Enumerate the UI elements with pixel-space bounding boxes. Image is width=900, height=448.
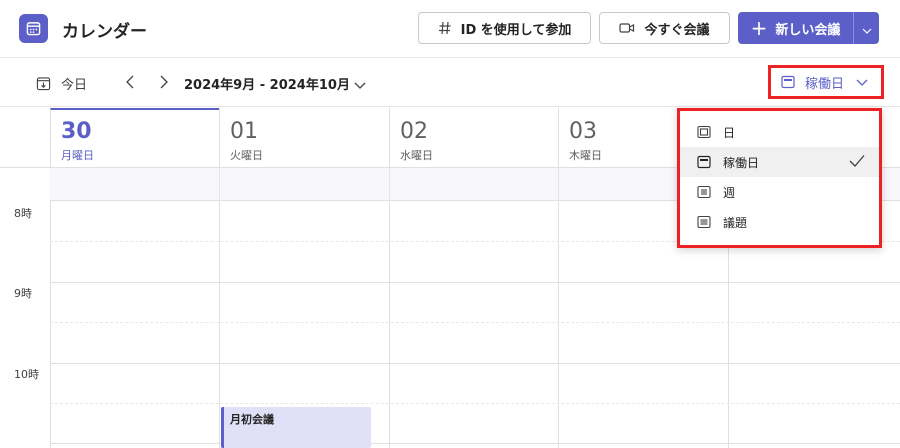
view-menu-item-label: 稼働日: [723, 155, 760, 170]
event-title: 月初会議: [230, 413, 274, 426]
view-menu-item-label: 日: [723, 125, 736, 140]
day-view-icon: [697, 125, 711, 139]
half-hour-line: [50, 322, 900, 323]
day-number: 01: [230, 119, 258, 144]
grid-divider: [50, 201, 51, 448]
agenda-view-icon: [697, 215, 711, 229]
app-header: カレンダー ID を使用して参加 今すぐ会議 + 新しい会議: [0, 0, 900, 58]
meet-now-button[interactable]: 今すぐ会議: [599, 12, 730, 44]
view-menu: 日 稼働日 週 議題: [677, 108, 882, 248]
grid-divider: [558, 168, 559, 201]
grid-divider: [558, 201, 559, 448]
chevron-right-icon: [160, 74, 168, 93]
half-hour-line: [50, 403, 900, 404]
new-meeting-button[interactable]: + 新しい会議: [738, 12, 853, 44]
time-label-8: 8時: [14, 207, 32, 220]
today-button[interactable]: 今日: [36, 74, 87, 93]
view-menu-item-label: 週: [723, 185, 736, 200]
chevron-left-icon: [126, 74, 134, 93]
day-header-1[interactable]: 01 火曜日: [219, 108, 388, 168]
hour-line: [50, 443, 900, 444]
grid-divider: [389, 201, 390, 448]
new-meeting-dropdown-button[interactable]: [854, 12, 879, 44]
workweek-view-icon: [781, 75, 795, 89]
view-menu-item-agenda[interactable]: 議題: [680, 207, 879, 237]
day-header-0[interactable]: 30 月曜日: [50, 108, 219, 168]
time-label-9: 9時: [14, 287, 32, 300]
checkmark-icon: [849, 154, 865, 168]
calendar-event[interactable]: 月初会議: [221, 407, 371, 448]
day-of-week: 火曜日: [230, 149, 263, 162]
hour-line: [50, 282, 900, 283]
view-menu-item-workweek[interactable]: 稼働日: [680, 147, 879, 177]
date-range-label: 2024年9月 - 2024年10月: [184, 78, 350, 93]
day-number: 30: [61, 119, 92, 144]
day-header-2[interactable]: 02 水曜日: [389, 108, 558, 168]
date-range-picker-button[interactable]: [352, 75, 368, 91]
join-with-id-button[interactable]: ID を使用して参加: [418, 12, 591, 44]
today-label: 今日: [61, 78, 88, 93]
video-camera-icon: [619, 22, 635, 34]
chevron-down-icon: [856, 79, 868, 86]
hour-line: [50, 363, 900, 364]
new-meeting-label: 新しい会議: [775, 22, 841, 38]
day-of-week: 水曜日: [400, 149, 433, 162]
view-switcher-button[interactable]: 稼働日: [768, 65, 884, 99]
view-menu-item-label: 議題: [723, 215, 748, 230]
join-with-id-label: ID を使用して参加: [460, 22, 572, 38]
chevron-down-icon: [862, 19, 872, 38]
grid-divider: [219, 168, 220, 201]
meet-now-label: 今すぐ会議: [644, 22, 710, 38]
calendar-app-icon: [19, 14, 48, 43]
week-view-icon: [697, 185, 711, 199]
grid-divider: [389, 168, 390, 201]
hashtag-icon: [438, 21, 452, 35]
time-label-10: 10時: [14, 368, 39, 381]
plus-icon: +: [750, 16, 768, 40]
view-menu-item-week[interactable]: 週: [680, 177, 879, 207]
day-number: 02: [400, 119, 428, 144]
view-menu-item-day[interactable]: 日: [680, 117, 879, 147]
previous-week-button[interactable]: [121, 73, 139, 93]
view-label: 稼働日: [805, 76, 845, 92]
day-of-week: 月曜日: [61, 149, 94, 162]
workweek-view-icon: [697, 155, 711, 169]
grid-divider: [219, 201, 220, 448]
calendar-toolbar: 今日 2024年9月 - 2024年10月 稼働日: [0, 59, 900, 107]
chevron-down-icon: [354, 74, 366, 93]
calendar-today-icon: [36, 76, 51, 91]
new-meeting-split-button: + 新しい会議: [738, 12, 879, 44]
next-week-button[interactable]: [155, 73, 173, 93]
app-title: カレンダー: [62, 22, 147, 42]
